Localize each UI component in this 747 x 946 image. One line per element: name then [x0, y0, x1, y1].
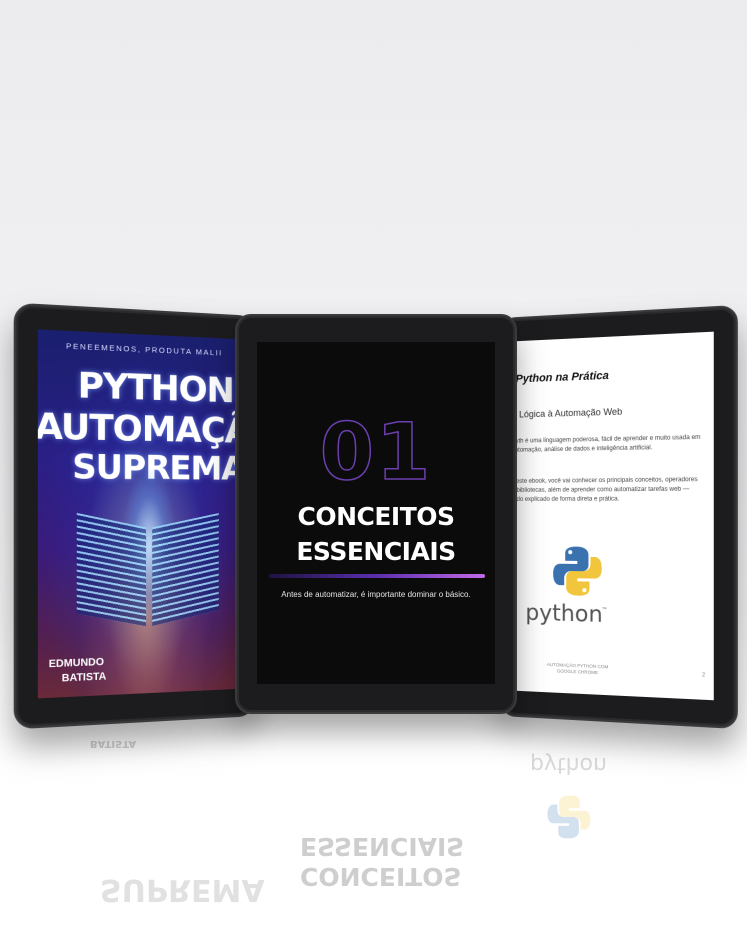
- right-tablet: Python na Prática a Lógica à Automação W…: [500, 304, 738, 730]
- python-logo-icon: [553, 546, 602, 597]
- gradient-divider-bar: [269, 574, 485, 578]
- chapter-screen: 01 CONCEITOS ESSENCIAIS Antes de automat…: [257, 342, 495, 684]
- page-paragraph-2: Neste ebook, você vai conhecer os princi…: [511, 476, 698, 503]
- python-wordmark: python: [525, 600, 603, 629]
- cover-top-text: PENEEMENOS, PRODUTA MALII: [66, 341, 223, 358]
- page-footer: AUTOMAÇÃO PYTHON COM GOOGLE CHROME: [546, 661, 609, 676]
- page-subheading: a Lógica à Automação Web: [511, 406, 623, 420]
- chapter-description: Antes de automatizar, é importante domin…: [281, 590, 471, 599]
- page-paragraph-1: Pyth é uma linguagem poderosa, fácil de …: [511, 434, 701, 454]
- reflection-python-logo-icon: [547, 795, 591, 839]
- reflection-cover-title: SUPREMA: [100, 872, 265, 907]
- trademark-symbol: ™: [601, 606, 607, 613]
- chapter-number: 01: [319, 407, 433, 499]
- chapter-title-line-1: CONCEITOS: [297, 502, 455, 531]
- reflection-title-1: CONCEITOS: [300, 862, 462, 891]
- author-last-name: BATISTA: [61, 671, 107, 685]
- author-first-name: EDMUNDO: [48, 656, 104, 671]
- reflection-python-word: python: [530, 752, 607, 777]
- floor-reflection: CONCEITOS ESSENCIAIS python SUPREMA BATI…: [0, 712, 747, 942]
- reflection-author: BATISTA: [90, 738, 137, 749]
- page-number: 2: [702, 672, 706, 679]
- book-cover-screen: PENEEMENOS, PRODUTA MALII PYTHON AUTOMAÇ…: [37, 329, 249, 699]
- tablet-mockup-scene: PENEEMENOS, PRODUTA MALII PYTHON AUTOMAÇ…: [0, 0, 747, 946]
- page-heading: Python na Prática: [515, 369, 609, 386]
- cover-title-line-2: AUTOMAÇÃO: [37, 405, 249, 453]
- cover-title-line-1: PYTHON: [77, 364, 234, 412]
- open-book-illustration: [70, 468, 224, 647]
- center-tablet: 01 CONCEITOS ESSENCIAIS Antes de automat…: [235, 314, 517, 714]
- chapter-title-line-2: ESSENCIAIS: [296, 537, 456, 566]
- document-page-screen: Python na Prática a Lógica à Automação W…: [505, 331, 714, 701]
- reflection-title-2: ESSENCIAIS: [300, 832, 465, 861]
- left-tablet: PENEEMENOS, PRODUTA MALII PYTHON AUTOMAÇ…: [13, 302, 256, 730]
